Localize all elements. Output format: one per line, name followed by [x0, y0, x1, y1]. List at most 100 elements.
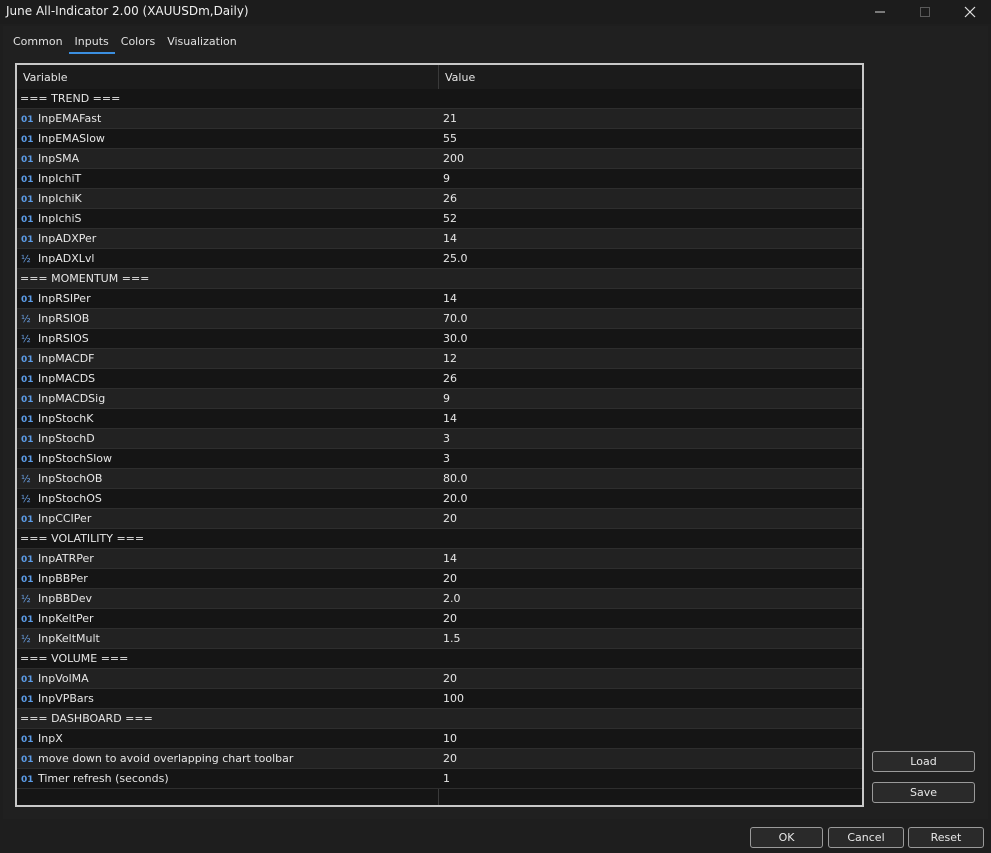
variable-cell: 01 InpADXPer — [21, 229, 96, 248]
variable-cell: 01 InpEMAFast — [21, 109, 101, 128]
value-cell[interactable]: 2.0 — [443, 589, 461, 608]
variable-cell: 01 InpBBPer — [21, 569, 88, 588]
column-header-variable[interactable]: Variable — [23, 71, 68, 84]
table-row[interactable]: 01 InpVolMA 20 — [17, 669, 862, 689]
variable-name: InpX — [38, 732, 63, 745]
table-row[interactable]: 01 move down to avoid overlapping chart t… — [17, 749, 862, 769]
value-cell[interactable]: 25.0 — [443, 249, 468, 268]
section-row[interactable]: === MOMENTUM === — [17, 269, 862, 289]
variable-cell: === MOMENTUM === — [20, 269, 149, 288]
tab-colors[interactable]: Colors — [115, 34, 161, 52]
column-header-value[interactable]: Value — [445, 71, 475, 84]
table-row[interactable]: 01 InpMACDS 26 — [17, 369, 862, 389]
value-cell[interactable]: 21 — [443, 109, 457, 128]
table-row[interactable]: 01 InpIchiT 9 — [17, 169, 862, 189]
value-cell[interactable]: 100 — [443, 689, 464, 708]
table-row[interactable]: 01 InpMACDF 12 — [17, 349, 862, 369]
variable-cell: 01 InpStochK — [21, 409, 93, 428]
table-row[interactable]: ½ InpStochOS 20.0 — [17, 489, 862, 509]
value-cell[interactable]: 55 — [443, 129, 457, 148]
int-type-icon: 01 — [21, 175, 34, 185]
ok-button[interactable]: OK — [750, 827, 823, 848]
value-cell[interactable]: 20.0 — [443, 489, 468, 508]
table-row[interactable]: 01 InpIchiK 26 — [17, 189, 862, 209]
int-type-icon: 01 — [21, 435, 34, 445]
table-row[interactable]: 01 InpVPBars 100 — [17, 689, 862, 709]
tab-common[interactable]: Common — [7, 34, 69, 52]
value-cell[interactable]: 26 — [443, 189, 457, 208]
variable-name: InpRSIOS — [38, 332, 89, 345]
table-row[interactable]: ½ InpStochOB 80.0 — [17, 469, 862, 489]
value-cell[interactable]: 14 — [443, 549, 457, 568]
tab-visualization[interactable]: Visualization — [161, 34, 242, 52]
table-row[interactable]: 01 InpX 10 — [17, 729, 862, 749]
variable-cell: 01 InpKeltPer — [21, 609, 94, 628]
table-header: Variable Value — [17, 65, 862, 89]
value-cell[interactable]: 70.0 — [443, 309, 468, 328]
tab-inputs[interactable]: Inputs — [68, 34, 115, 54]
table-row[interactable]: ½ InpKeltMult 1.5 — [17, 629, 862, 649]
variable-name: InpStochK — [38, 412, 94, 425]
table-row[interactable]: 01 InpBBPer 20 — [17, 569, 862, 589]
table-row[interactable]: 01 Timer refresh (seconds) 1 — [17, 769, 862, 789]
table-row[interactable]: 01 InpStochK 14 — [17, 409, 862, 429]
variable-name: InpBBPer — [38, 572, 88, 585]
table-row[interactable]: 01 InpATRPer 14 — [17, 549, 862, 569]
value-cell[interactable]: 12 — [443, 349, 457, 368]
value-cell[interactable]: 20 — [443, 669, 457, 688]
variable-cell: 01 InpEMASlow — [21, 129, 105, 148]
value-cell[interactable]: 200 — [443, 149, 464, 168]
table-row[interactable]: 01 InpSMA 200 — [17, 149, 862, 169]
value-cell[interactable]: 9 — [443, 169, 450, 188]
value-cell[interactable]: 52 — [443, 209, 457, 228]
table-row[interactable]: ½ InpRSIOS 30.0 — [17, 329, 862, 349]
variable-cell: 01 InpVPBars — [21, 689, 94, 708]
int-type-icon: 01 — [21, 155, 34, 165]
table-row[interactable]: 01 InpMACDSig 9 — [17, 389, 862, 409]
value-cell[interactable]: 14 — [443, 289, 457, 308]
table-row[interactable]: 01 InpKeltPer 20 — [17, 609, 862, 629]
reset-button[interactable]: Reset — [908, 827, 984, 848]
value-cell[interactable]: 14 — [443, 409, 457, 428]
value-cell[interactable]: 9 — [443, 389, 450, 408]
section-row[interactable]: === DASHBOARD === — [17, 709, 862, 729]
table-row[interactable]: 01 InpEMAFast 21 — [17, 109, 862, 129]
cancel-button[interactable]: Cancel — [828, 827, 904, 848]
value-cell[interactable]: 20 — [443, 509, 457, 528]
table-row[interactable]: 01 InpCCIPer 20 — [17, 509, 862, 529]
variable-name: InpIchiS — [38, 212, 82, 225]
variable-name: InpKeltMult — [38, 632, 100, 645]
value-cell[interactable]: 20 — [443, 609, 457, 628]
value-cell[interactable]: 1 — [443, 769, 450, 788]
variable-cell: 01 InpMACDS — [21, 369, 95, 388]
save-button[interactable]: Save — [872, 782, 975, 803]
table-row[interactable]: 01 InpStochD 3 — [17, 429, 862, 449]
value-cell[interactable]: 3 — [443, 429, 450, 448]
section-row[interactable]: === VOLATILITY === — [17, 529, 862, 549]
value-cell[interactable]: 3 — [443, 449, 450, 468]
table-row[interactable]: ½ InpRSIOB 70.0 — [17, 309, 862, 329]
table-row[interactable]: ½ InpADXLvl 25.0 — [17, 249, 862, 269]
value-cell[interactable]: 20 — [443, 569, 457, 588]
value-cell[interactable]: 20 — [443, 749, 457, 768]
value-cell[interactable]: 14 — [443, 229, 457, 248]
int-type-icon: 01 — [21, 735, 34, 745]
table-row[interactable]: ½ InpBBDev 2.0 — [17, 589, 862, 609]
value-cell[interactable]: 1.5 — [443, 629, 461, 648]
load-button[interactable]: Load — [872, 751, 975, 772]
table-row[interactable]: 01 InpEMASlow 55 — [17, 129, 862, 149]
minimize-icon[interactable] — [857, 0, 903, 24]
section-row[interactable]: === TREND === — [17, 89, 862, 109]
section-row[interactable]: === VOLUME === — [17, 649, 862, 669]
close-icon[interactable] — [947, 0, 991, 24]
value-cell[interactable]: 10 — [443, 729, 457, 748]
table-row[interactable]: 01 InpRSIPer 14 — [17, 289, 862, 309]
value-cell[interactable]: 30.0 — [443, 329, 468, 348]
table-row[interactable]: 01 InpStochSlow 3 — [17, 449, 862, 469]
table-row[interactable]: 01 InpIchiS 52 — [17, 209, 862, 229]
value-cell[interactable]: 80.0 — [443, 469, 468, 488]
value-cell[interactable]: 26 — [443, 369, 457, 388]
maximize-icon[interactable] — [902, 0, 948, 24]
variable-name: === VOLATILITY === — [20, 532, 145, 545]
table-row[interactable]: 01 InpADXPer 14 — [17, 229, 862, 249]
